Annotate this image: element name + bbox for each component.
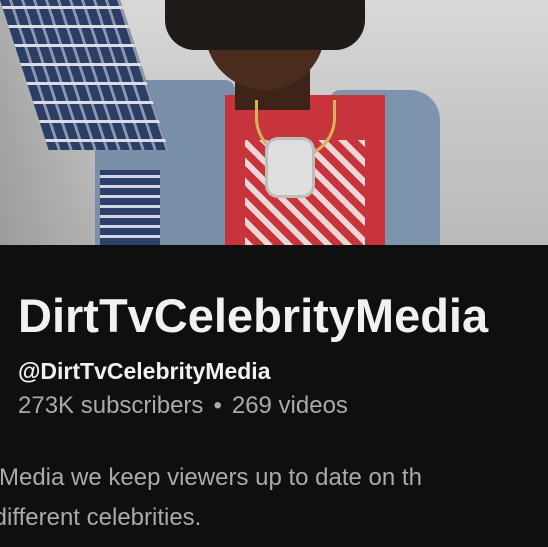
description-line: rityMedia we keep viewers up to date on …: [0, 464, 422, 491]
banner-pendant: [268, 140, 312, 195]
channel-stats: 273K subscribers • 269 videos: [18, 391, 348, 421]
video-count: 269 videos: [231, 392, 348, 419]
channel-description[interactable]: rityMedia we keep viewers up to date on …: [0, 458, 422, 538]
channel-handle[interactable]: @DirtTvCelebrityMedia: [18, 356, 270, 386]
banner-hat: [165, 0, 365, 50]
channel-info: DirtTvCelebrityMedia @DirtTvCelebrityMed…: [0, 245, 548, 547]
stats-separator: •: [213, 392, 222, 419]
description-line: of different celebrities.: [0, 504, 202, 531]
subscriber-count: 273K subscribers: [18, 392, 204, 419]
channel-banner-image: [0, 0, 548, 245]
channel-name: DirtTvCelebrityMedia: [18, 289, 489, 342]
channel-page: DirtTvCelebrityMedia @DirtTvCelebrityMed…: [0, 0, 548, 547]
banner-sleeve: [100, 170, 160, 245]
